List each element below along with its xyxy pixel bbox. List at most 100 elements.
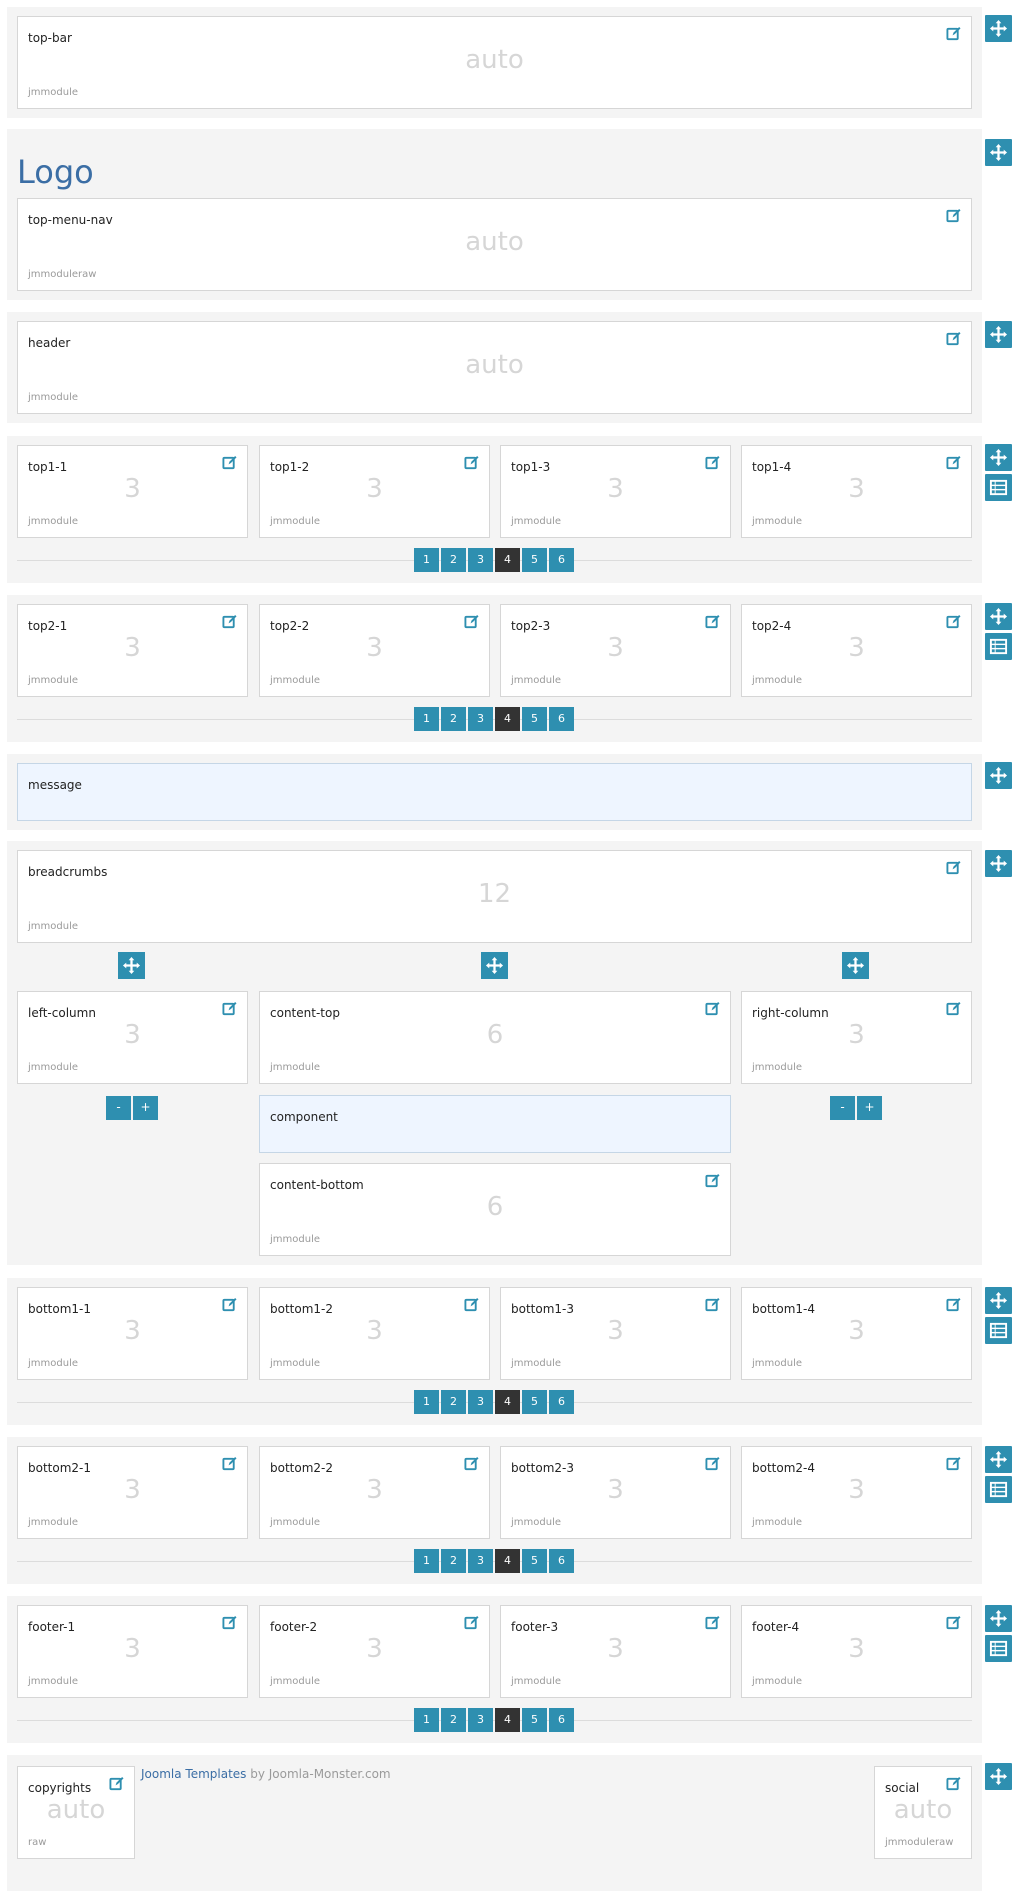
column-count-button[interactable]: 1 xyxy=(414,1549,439,1573)
edit-icon[interactable] xyxy=(705,614,720,629)
increase-width-button[interactable]: + xyxy=(857,1096,882,1120)
edit-icon[interactable] xyxy=(705,455,720,470)
module-footer-1[interactable]: footer-1 3 jmmodule xyxy=(17,1605,248,1698)
column-count-button[interactable]: 6 xyxy=(549,548,574,572)
layout-row-button[interactable] xyxy=(985,633,1012,660)
edit-icon[interactable] xyxy=(705,1615,720,1630)
edit-icon[interactable] xyxy=(222,1456,237,1471)
module-footer-2[interactable]: footer-2 3 jmmodule xyxy=(259,1605,490,1698)
module-bottom1-4[interactable]: bottom1-4 3 jmmodule xyxy=(741,1287,972,1380)
module-content-top[interactable]: content-top 6 jmmodule xyxy=(259,991,731,1084)
edit-icon[interactable] xyxy=(222,1615,237,1630)
column-count-button-active[interactable]: 4 xyxy=(495,1708,520,1732)
column-count-button-active[interactable]: 4 xyxy=(495,1549,520,1573)
column-count-button[interactable]: 5 xyxy=(522,1549,547,1573)
column-count-button[interactable]: 1 xyxy=(414,548,439,572)
edit-icon[interactable] xyxy=(946,614,961,629)
move-row-button[interactable] xyxy=(985,762,1012,789)
column-count-button[interactable]: 5 xyxy=(522,1708,547,1732)
edit-icon[interactable] xyxy=(946,1001,961,1016)
column-count-button[interactable]: 1 xyxy=(414,1708,439,1732)
column-count-button-active[interactable]: 4 xyxy=(495,707,520,731)
move-row-button[interactable] xyxy=(985,850,1012,877)
edit-icon[interactable] xyxy=(705,1173,720,1188)
column-count-button[interactable]: 1 xyxy=(414,1390,439,1414)
column-count-button[interactable]: 6 xyxy=(549,1390,574,1414)
module-footer-4[interactable]: footer-4 3 jmmodule xyxy=(741,1605,972,1698)
move-column-button[interactable] xyxy=(481,952,508,979)
move-row-button[interactable] xyxy=(985,139,1012,166)
module-left-column[interactable]: left-column 3 jmmodule xyxy=(17,991,248,1084)
edit-icon[interactable] xyxy=(222,614,237,629)
column-count-button[interactable]: 3 xyxy=(468,1549,493,1573)
move-column-button[interactable] xyxy=(118,952,145,979)
edit-icon[interactable] xyxy=(109,1776,124,1791)
column-count-button[interactable]: 5 xyxy=(522,707,547,731)
edit-icon[interactable] xyxy=(946,455,961,470)
module-right-column[interactable]: right-column 3 jmmodule xyxy=(741,991,972,1084)
column-count-button[interactable]: 3 xyxy=(468,1708,493,1732)
edit-icon[interactable] xyxy=(705,1456,720,1471)
column-count-button[interactable]: 6 xyxy=(549,707,574,731)
module-header[interactable]: header auto jmmodule xyxy=(17,321,972,414)
layout-row-button[interactable] xyxy=(985,1476,1012,1503)
decrease-width-button[interactable]: - xyxy=(830,1096,855,1120)
column-count-button[interactable]: 2 xyxy=(441,548,466,572)
edit-icon[interactable] xyxy=(946,860,961,875)
move-column-button[interactable] xyxy=(842,952,869,979)
column-count-button-active[interactable]: 4 xyxy=(495,548,520,572)
column-count-button[interactable]: 3 xyxy=(468,707,493,731)
module-top2-1[interactable]: top2-1 3 jmmodule xyxy=(17,604,248,697)
column-count-button[interactable]: 3 xyxy=(468,548,493,572)
edit-icon[interactable] xyxy=(946,331,961,346)
module-content-bottom[interactable]: content-bottom 6 jmmodule xyxy=(259,1163,731,1256)
column-count-button[interactable]: 2 xyxy=(441,1549,466,1573)
module-bottom1-2[interactable]: bottom1-2 3 jmmodule xyxy=(259,1287,490,1380)
edit-icon[interactable] xyxy=(222,455,237,470)
module-top1-3[interactable]: top1-3 3 jmmodule xyxy=(500,445,731,538)
move-row-button[interactable] xyxy=(985,1446,1012,1473)
move-row-button[interactable] xyxy=(985,603,1012,630)
move-row-button[interactable] xyxy=(985,15,1012,42)
module-bottom2-4[interactable]: bottom2-4 3 jmmodule xyxy=(741,1446,972,1539)
edit-icon[interactable] xyxy=(464,455,479,470)
edit-icon[interactable] xyxy=(705,1297,720,1312)
edit-icon[interactable] xyxy=(464,1297,479,1312)
layout-row-button[interactable] xyxy=(985,1635,1012,1662)
column-count-button[interactable]: 2 xyxy=(441,707,466,731)
module-footer-3[interactable]: footer-3 3 jmmodule xyxy=(500,1605,731,1698)
module-top1-2[interactable]: top1-2 3 jmmodule xyxy=(259,445,490,538)
module-top2-4[interactable]: top2-4 3 jmmodule xyxy=(741,604,972,697)
column-count-button[interactable]: 5 xyxy=(522,548,547,572)
column-count-button[interactable]: 2 xyxy=(441,1708,466,1732)
move-row-button[interactable] xyxy=(985,1605,1012,1632)
module-top-menu-nav[interactable]: top-menu-nav auto jmmoduleraw xyxy=(17,198,972,291)
module-component[interactable]: component xyxy=(259,1095,731,1153)
module-top1-4[interactable]: top1-4 3 jmmodule xyxy=(741,445,972,538)
module-bottom1-3[interactable]: bottom1-3 3 jmmodule xyxy=(500,1287,731,1380)
edit-icon[interactable] xyxy=(464,1456,479,1471)
layout-row-button[interactable] xyxy=(985,474,1012,501)
module-copyrights[interactable]: copyrights auto raw xyxy=(17,1766,135,1859)
column-count-button[interactable]: 2 xyxy=(441,1390,466,1414)
credit-link[interactable]: Joomla Templates xyxy=(141,1767,246,1781)
module-social[interactable]: social auto jmmoduleraw xyxy=(874,1766,972,1859)
module-bottom2-3[interactable]: bottom2-3 3 jmmodule xyxy=(500,1446,731,1539)
move-row-button[interactable] xyxy=(985,321,1012,348)
move-row-button[interactable] xyxy=(985,444,1012,471)
edit-icon[interactable] xyxy=(946,1776,961,1791)
module-breadcrumbs[interactable]: breadcrumbs 12 jmmodule xyxy=(17,850,972,943)
column-count-button[interactable]: 6 xyxy=(549,1549,574,1573)
edit-icon[interactable] xyxy=(946,1297,961,1312)
module-top1-1[interactable]: top1-1 3 jmmodule xyxy=(17,445,248,538)
column-count-button[interactable]: 5 xyxy=(522,1390,547,1414)
module-bottom2-2[interactable]: bottom2-2 3 jmmodule xyxy=(259,1446,490,1539)
module-top2-2[interactable]: top2-2 3 jmmodule xyxy=(259,604,490,697)
layout-row-button[interactable] xyxy=(985,1317,1012,1344)
column-count-button[interactable]: 1 xyxy=(414,707,439,731)
module-message[interactable]: message xyxy=(17,763,972,821)
module-bottom1-1[interactable]: bottom1-1 3 jmmodule xyxy=(17,1287,248,1380)
module-top-bar[interactable]: top-bar auto jmmodule xyxy=(17,16,972,109)
edit-icon[interactable] xyxy=(946,208,961,223)
move-row-button[interactable] xyxy=(985,1287,1012,1314)
